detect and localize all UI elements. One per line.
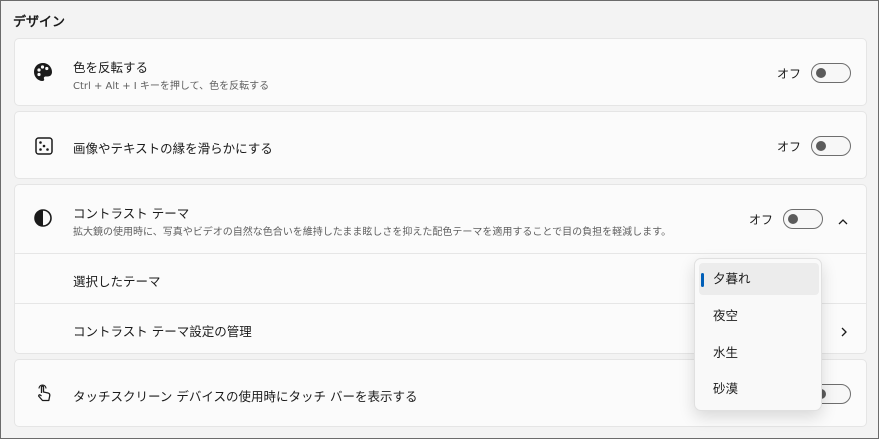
smooth-edges-state: オフ [777, 140, 802, 154]
divider [15, 253, 866, 254]
invert-colors-title: 色を反転する [73, 60, 149, 75]
contrast-icon [32, 207, 54, 229]
theme-dropdown: 夕暮れ 夜空 水生 砂漠 [694, 258, 822, 411]
chevron-up-icon[interactable] [837, 213, 849, 225]
contrast-theme-state: オフ [749, 213, 774, 227]
theme-option-label: 水生 [713, 345, 739, 360]
selected-theme-label: 選択したテーマ [73, 274, 161, 289]
theme-option-label: 夜空 [713, 308, 739, 323]
touch-bar-title: タッチスクリーン デバイスの使用時にタッチ バーを表示する [73, 389, 418, 404]
palette-icon [32, 61, 54, 83]
smooth-edges-title: 画像やテキストの縁を滑らかにする [73, 141, 273, 156]
theme-option-label: 夕暮れ [713, 271, 751, 286]
invert-colors-card: 色を反転する Ctrl + Alt + I キーを押して、色を反転する オフ [14, 38, 867, 106]
section-title: デザイン [13, 15, 66, 30]
invert-colors-subtitle: Ctrl + Alt + I キーを押して、色を反転する [73, 81, 270, 92]
touch-hand-icon [33, 382, 55, 404]
toggle-knob [816, 141, 826, 151]
manage-contrast-themes-label: コントラスト テーマ設定の管理 [73, 324, 252, 339]
theme-option-aquatic[interactable]: 水生 [699, 337, 819, 369]
toggle-knob [788, 214, 798, 224]
smooth-edges-toggle[interactable] [811, 136, 851, 156]
chevron-right-icon [838, 323, 850, 337]
theme-option-dusk[interactable]: 夕暮れ [699, 263, 819, 295]
smooth-edges-card: 画像やテキストの縁を滑らかにする オフ [14, 111, 867, 179]
invert-colors-toggle[interactable] [811, 63, 851, 83]
contrast-theme-subtitle: 拡大鏡の使用時に、写真やビデオの自然な色合いを維持したまま眩しさを抑えた配色テー… [73, 227, 672, 238]
theme-option-night-sky[interactable]: 夜空 [699, 300, 819, 332]
dice-icon [33, 135, 55, 157]
invert-colors-state: オフ [777, 67, 802, 81]
selection-indicator [701, 273, 704, 287]
contrast-theme-title: コントラスト テーマ [73, 206, 190, 221]
contrast-theme-toggle[interactable] [783, 209, 823, 229]
theme-option-label: 砂漠 [713, 381, 739, 396]
toggle-knob [816, 68, 826, 78]
theme-option-desert[interactable]: 砂漠 [699, 373, 819, 405]
